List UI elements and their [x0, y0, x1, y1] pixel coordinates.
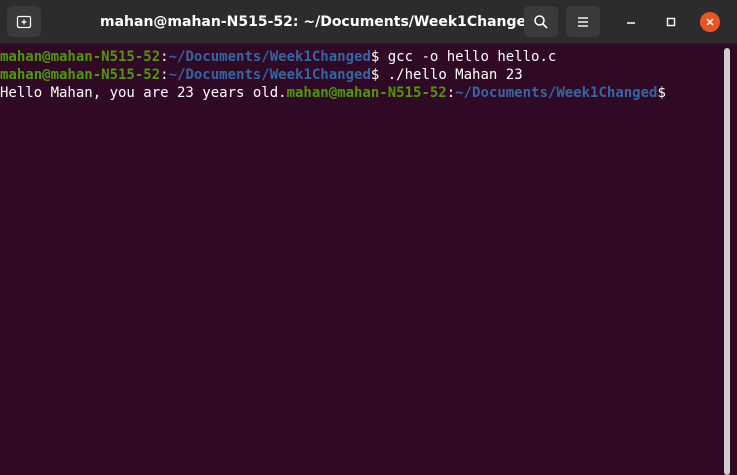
command-text: gcc -o hello hello.c	[379, 49, 557, 65]
maximize-icon	[666, 17, 676, 27]
prompt-dollar: $	[657, 85, 666, 101]
minimize-button[interactable]	[621, 12, 641, 32]
prompt-separator: :	[160, 49, 169, 65]
prompt-path: ~/Documents/Week1Changed	[168, 67, 371, 83]
prompt-user: mahan@mahan-N515-52	[0, 67, 161, 83]
close-button[interactable]	[700, 12, 720, 32]
prompt-path: ~/Documents/Week1Changed	[455, 85, 658, 101]
search-button[interactable]	[524, 6, 558, 37]
prompt-separator: :	[446, 85, 456, 101]
new-tab-button[interactable]	[7, 6, 41, 37]
prompt-path: ~/Documents/Week1Changed	[168, 49, 371, 65]
program-output: Hello Mahan, you are 23 years old.	[0, 85, 287, 101]
minimize-icon	[627, 22, 635, 24]
scrollbar[interactable]	[724, 48, 730, 475]
prompt-separator: :	[160, 67, 169, 83]
window-title: mahan@mahan-N515-52: ~/Documents/Week1Ch…	[100, 14, 537, 30]
terminal-window: mahan@mahan-N515-52: ~/Documents/Week1Ch…	[0, 0, 737, 475]
menu-button[interactable]	[566, 6, 600, 37]
new-tab-icon	[16, 15, 32, 28]
hamburger-menu-icon	[578, 16, 588, 27]
prompt-user: mahan@mahan-N515-52	[286, 85, 447, 101]
close-icon	[706, 18, 714, 26]
terminal-line: mahan@mahan-N515-52:~/Documents/Week1Cha…	[0, 66, 722, 84]
prompt-user: mahan@mahan-N515-52	[0, 49, 161, 65]
maximize-button[interactable]	[661, 12, 681, 32]
terminal-output[interactable]: mahan@mahan-N515-52:~/Documents/Week1Cha…	[0, 45, 722, 475]
terminal-line: mahan@mahan-N515-52:~/Documents/Week1Cha…	[0, 48, 722, 66]
command-text: ./hello Mahan 23	[379, 67, 523, 83]
search-icon	[534, 14, 548, 29]
terminal-line: Hello Mahan, you are 23 years old.mahan@…	[0, 84, 722, 102]
title-bar: mahan@mahan-N515-52: ~/Documents/Week1Ch…	[0, 0, 737, 44]
